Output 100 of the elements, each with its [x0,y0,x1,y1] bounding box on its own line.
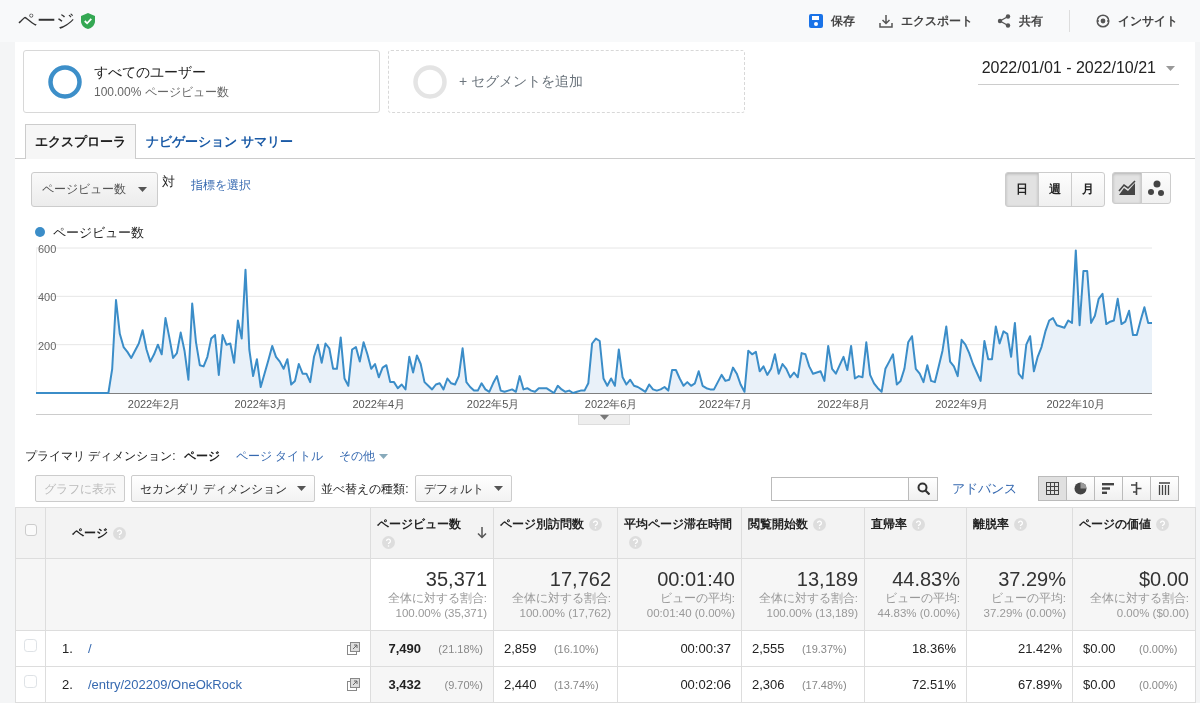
verified-shield-icon [81,13,95,29]
view-toggle-button[interactable] [1150,476,1179,501]
help-icon [629,536,642,550]
table-cell: $0.00 [1083,640,1116,656]
total-value: $0.00 [1137,567,1189,591]
view-toggle-button[interactable] [1066,476,1095,501]
select-metric-link[interactable]: 指標を選択 [191,175,251,194]
open-in-new-window-icon[interactable] [347,678,360,691]
comparison-icon [1130,482,1143,495]
chart-type-button[interactable] [1141,171,1171,204]
metric-dropdown[interactable]: ページビュー数 [31,171,158,207]
total-detail: 100.00% (35,371) [394,605,487,621]
table-cell: 7,490 [388,640,421,656]
dimension-option[interactable]: ページ タイトル [235,447,323,465]
total-note: 全体に対する割合: [1088,591,1189,606]
segment-title: すべてのユーザー [94,63,207,82]
help-icon [382,536,395,550]
period-button[interactable]: 日 [1005,171,1039,207]
view-toggle-button[interactable] [1122,476,1151,501]
tab[interactable]: ナビゲーション サマリー [136,124,303,159]
total-detail: 37.29% (0.00%) [982,605,1066,621]
date-range-picker[interactable]: 2022/01/01 - 2022/10/21 [977,54,1179,85]
table-cell: 2,306 [752,676,785,692]
total-note: ビューの平均: [883,591,960,606]
export-button[interactable]: エクスポート [875,12,977,30]
area-chart-icon [1118,179,1136,196]
share-button[interactable]: 共有 [993,12,1047,30]
table-cell: 21.42% [966,630,1073,667]
segment-card[interactable]: すべてのユーザー 100.00% ページビュー数 [23,50,380,113]
open-in-new-window-icon[interactable] [347,642,360,655]
x-axis-label: 2022年9月 [935,398,988,410]
sort-type-dropdown[interactable]: デフォルト [414,475,512,502]
search-icon [916,482,930,495]
search-button[interactable] [908,476,938,501]
sort-type-label: 並べ替えの種類: [321,480,409,498]
total-detail: 100.00% (13,189) [765,605,858,621]
caret-icon [599,415,609,420]
help-icon [813,518,826,532]
help-icon [113,527,126,541]
total-value: 17,762 [548,567,611,591]
table-cell: 2,440 [504,676,537,692]
percentage-text: (19.37%) [801,642,847,655]
secondary-dimension-dropdown[interactable]: セカンダリ ディメンション [131,475,316,502]
column-header[interactable]: 直帰率 [871,515,907,533]
page-path-link[interactable]: /entry/202209/OneOkRock [88,674,242,695]
help-icon [912,518,925,532]
period-button[interactable]: 月 [1071,171,1105,207]
x-axis-label: 2022年7月 [699,398,752,410]
column-header[interactable]: 離脱率 [973,515,1009,533]
table-cell: 00:02:06 [617,666,742,703]
total-value: 37.29% [997,567,1066,591]
table-cell: 67.89% [966,666,1073,703]
sort-descending-icon [477,527,487,539]
pivot-table-icon [1158,482,1171,495]
x-axis-label: 2022年6月 [584,398,638,410]
search-field[interactable] [771,476,909,501]
table-cell: 2,555 [752,640,785,656]
total-value: 13,189 [795,567,858,591]
chart-type-button[interactable] [1112,171,1142,204]
view-toggle-button[interactable] [1038,476,1067,501]
segment-subtitle: 100.00% ページビュー数 [94,84,229,101]
percentage-text: (9.70%) [444,678,483,691]
x-axis-label: 2022年8月 [817,398,870,410]
advanced-search-link[interactable]: アドバンス [952,478,1017,499]
page-path-link[interactable]: / [88,638,92,659]
total-note: 全体に対する割合: [386,591,487,606]
table-cell: 72.51% [864,666,967,703]
select-all-checkbox[interactable] [24,524,37,536]
collapse-handle[interactable] [578,415,630,425]
x-axis-label: 2022年5月 [466,398,520,410]
column-header[interactable]: ページ [72,526,108,540]
total-note: ビューの平均: [989,591,1066,606]
insights-button[interactable]: インサイト [1092,12,1182,30]
row-checkbox[interactable] [24,638,37,652]
table-view-icon [1046,482,1059,495]
view-toggle-button[interactable] [1094,476,1123,501]
row-checkbox[interactable] [24,674,37,688]
legend-label: ページビュー数 [53,223,144,242]
help-icon [1156,518,1169,532]
save-button[interactable]: 保存 [805,12,859,30]
dimension-option[interactable]: ページ [183,447,220,465]
column-header[interactable]: 閲覧開始数 [748,515,808,533]
more-dimensions-link[interactable]: その他 [339,447,388,465]
period-button[interactable]: 週 [1038,171,1072,207]
total-value: 35,371 [424,567,487,591]
add-segment-card[interactable]: + セグメントを追加 [388,50,745,113]
table-cell: 3,432 [388,676,421,692]
date-range-text: 2022/01/01 - 2022/10/21 [981,58,1156,78]
insights-icon [1096,14,1110,28]
y-axis-label: 600 [38,243,57,255]
x-axis-label: 2022年3月 [234,398,287,410]
total-value: 00:01:40 [656,567,735,591]
caret-icon [138,186,147,192]
share-icon [997,14,1011,28]
tab[interactable]: エクスプローラ [25,124,136,159]
total-value: 44.83% [891,567,960,591]
versus-label: 対 [162,172,175,191]
bubble-chart-icon [1147,179,1165,196]
caret-icon [379,453,388,459]
segment-title: + セグメントを追加 [459,72,584,91]
